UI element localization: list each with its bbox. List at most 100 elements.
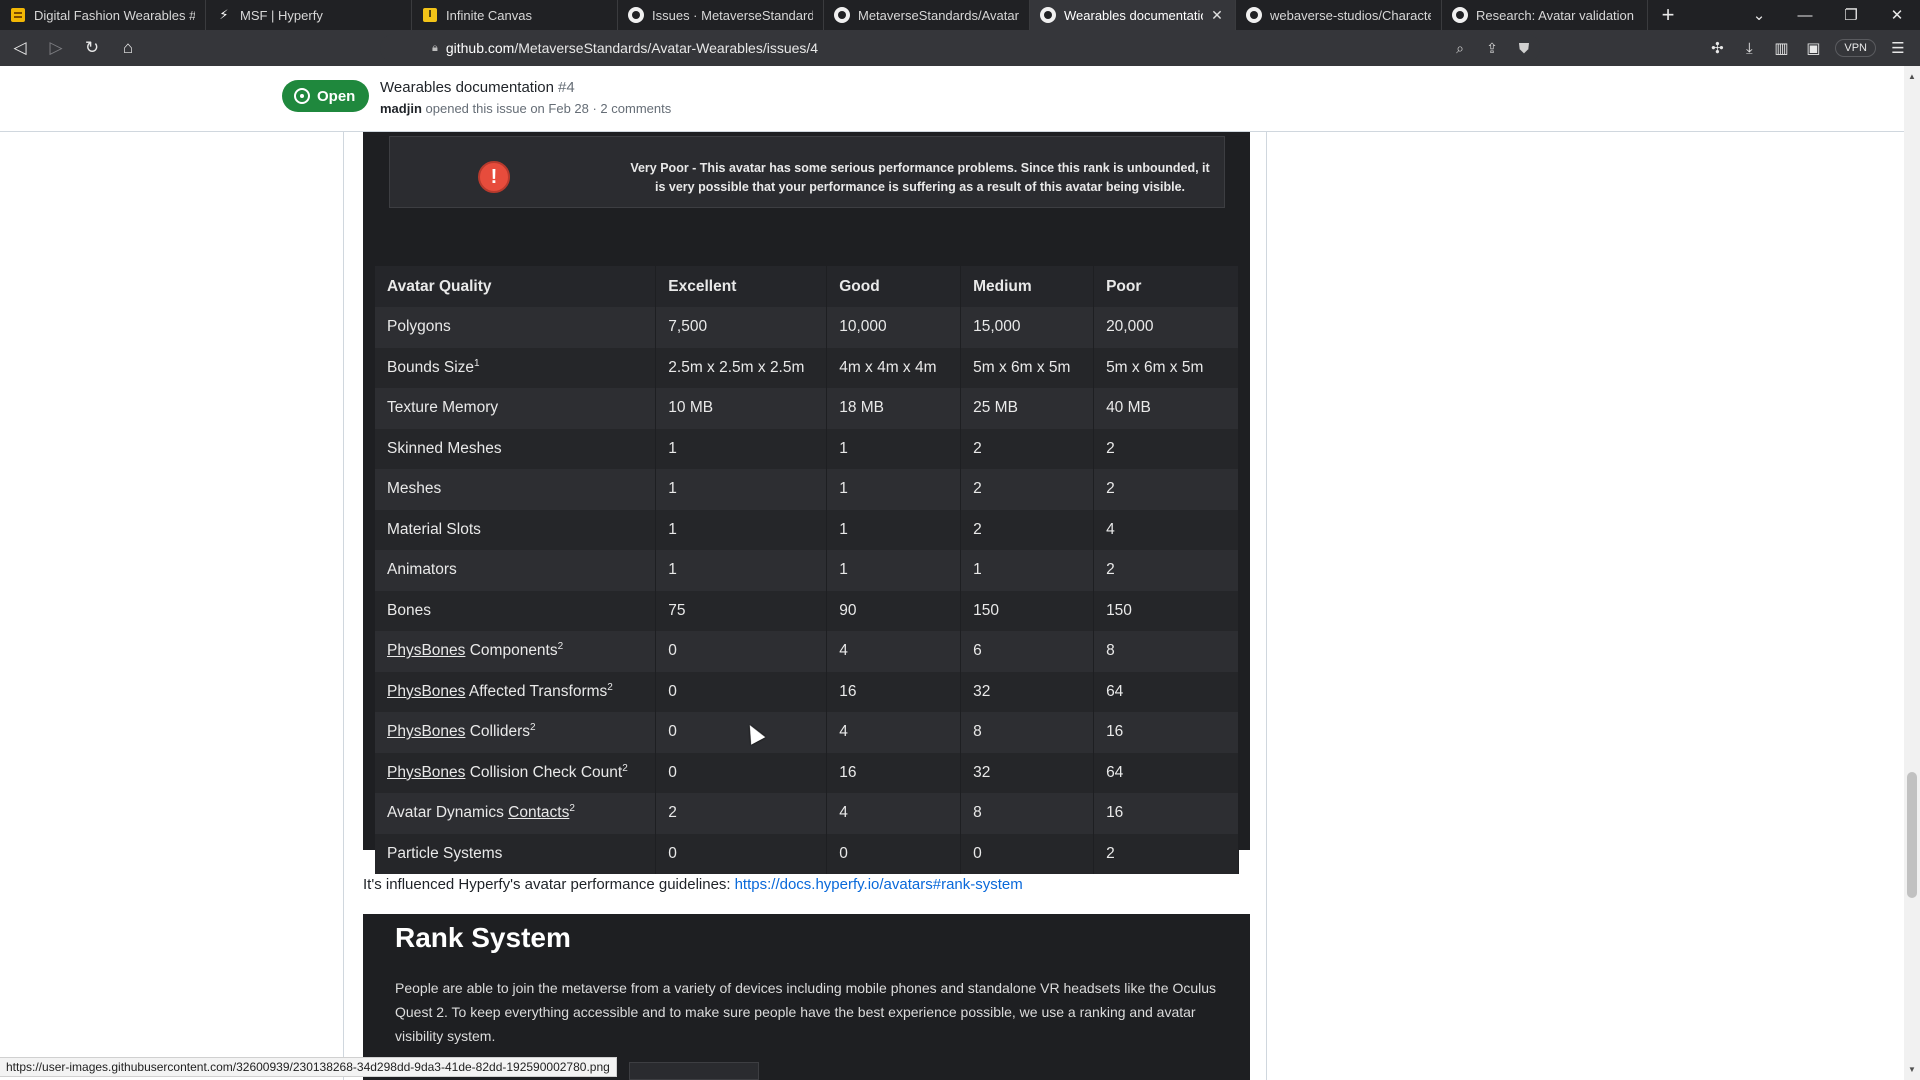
- new-tab-button[interactable]: +: [1648, 0, 1688, 30]
- issue-title[interactable]: Wearables documentation #4: [380, 79, 575, 96]
- issue-meta-text: opened this issue on Feb 28 · 2 comments: [425, 101, 672, 116]
- table-row: PhysBones Affected Transforms2 0 16 32 64: [375, 671, 1239, 712]
- value-cell: 7,500: [655, 307, 828, 348]
- minimize-icon[interactable]: —: [1782, 7, 1828, 24]
- value-cell: 2: [960, 469, 1095, 510]
- forward-button[interactable]: ▷: [40, 34, 72, 62]
- value-cell: 2: [1093, 550, 1239, 591]
- rank-system-body: People are able to join the metaverse fr…: [395, 980, 1217, 1044]
- physbones-link[interactable]: PhysBones: [387, 764, 465, 781]
- sidebar-icon[interactable]: ▥: [1765, 39, 1797, 57]
- url-path: /MetaverseStandards/Avatar-Wearables/iss…: [514, 40, 819, 56]
- table-row: Particle Systems 0 0 0 2: [375, 833, 1239, 874]
- tab-title: Research: Avatar validation tool: [1476, 7, 1637, 23]
- value-cell: 1: [826, 550, 962, 591]
- table-row: Material Slots 1 1 2 4: [375, 509, 1239, 550]
- home-button[interactable]: ⌂: [112, 34, 144, 62]
- value-cell: 16: [1093, 712, 1239, 753]
- row-label-cell: Animators: [375, 550, 657, 591]
- github-icon: [1040, 7, 1056, 23]
- downloads-icon[interactable]: ⤓: [1733, 40, 1765, 57]
- label-text: Avatar Dynamics: [387, 804, 509, 822]
- url-text[interactable]: github.com/MetaverseStandards/Avatar-Wea…: [446, 40, 818, 56]
- menu-icon[interactable]: ☰: [1882, 39, 1914, 57]
- value-cell: 18 MB: [826, 388, 962, 429]
- performance-table-image[interactable]: Avatar Quality Excellent Good Medium Poo…: [363, 254, 1250, 874]
- value-cell: 10 MB: [655, 388, 828, 429]
- value-cell: 1: [655, 428, 828, 469]
- value-cell: 1: [826, 469, 962, 510]
- state-label: Open: [317, 87, 356, 105]
- value-cell: 1: [826, 428, 962, 469]
- value-cell: 2: [655, 793, 828, 834]
- physbones-link[interactable]: PhysBones: [387, 683, 465, 700]
- browser-toolbar: ◁ ▷ ↻ ⌂ 🔖︎ 🔒︎ github.com/MetaverseStanda…: [0, 30, 1920, 66]
- share-icon[interactable]: ⇪: [1476, 40, 1508, 57]
- guideline-link[interactable]: https://docs.hyperfy.io/avatars#rank-sys…: [735, 876, 1023, 893]
- url-host: github.com: [445, 40, 515, 56]
- wallet-icon[interactable]: ▣: [1797, 39, 1829, 57]
- restore-icon[interactable]: ❐: [1828, 6, 1874, 24]
- row-label-cell: Polygons: [375, 307, 657, 348]
- tab-avatar-wearables-repo[interactable]: MetaverseStandards/Avatar-We: [824, 0, 1030, 30]
- row-label-cell: PhysBones Affected Transforms2: [375, 671, 657, 712]
- table-header-row: Avatar Quality Excellent Good Medium Poo…: [375, 266, 1239, 307]
- scroll-down-icon[interactable]: ▼: [1908, 1065, 1916, 1074]
- issue-author[interactable]: madjin: [380, 101, 422, 116]
- row-label-cell: Texture Memory: [375, 388, 657, 429]
- tab-title: webaverse-studios/CharacterCr: [1270, 7, 1431, 23]
- tab-title: Wearables documentation: [1064, 7, 1203, 23]
- extensions-icon[interactable]: ✣: [1701, 39, 1733, 57]
- rank-system-image[interactable]: Rank System People are able to join the …: [363, 914, 1250, 1080]
- value-cell: 4: [826, 712, 962, 753]
- contacts-link[interactable]: Contacts: [508, 804, 569, 821]
- issue-meta: madjin opened this issue on Feb 28 · 2 c…: [380, 101, 671, 116]
- tab-avatar-validation-research[interactable]: Research: Avatar validation tool: [1442, 0, 1648, 30]
- tab-issues[interactable]: Issues · MetaverseStandards/Av: [618, 0, 824, 30]
- tab-title: Digital Fashion Wearables #7 20: [34, 7, 195, 23]
- zoom-icon[interactable]: ⌕: [1444, 40, 1476, 57]
- scroll-up-icon[interactable]: ▲: [1908, 72, 1916, 81]
- vpn-button[interactable]: VPN: [1835, 39, 1876, 57]
- lock-icon[interactable]: 🔒︎: [432, 42, 438, 55]
- value-cell: 1: [960, 550, 1095, 591]
- tab-title: Issues · MetaverseStandards/Av: [652, 7, 813, 23]
- value-cell: 1: [655, 550, 828, 591]
- label-text: Colliders: [465, 723, 531, 741]
- reload-button[interactable]: ↻: [76, 34, 108, 62]
- close-window-icon[interactable]: ✕: [1874, 6, 1920, 24]
- value-cell: 0: [655, 671, 828, 712]
- physbones-link[interactable]: PhysBones: [387, 723, 465, 740]
- row-label-cell: Skinned Meshes: [375, 428, 657, 469]
- tab-title: MetaverseStandards/Avatar-We: [858, 7, 1019, 23]
- footnote-2: 2: [530, 722, 536, 734]
- back-button[interactable]: ◁: [4, 34, 36, 62]
- tab-wearables-documentation[interactable]: Wearables documentation ✕: [1030, 0, 1236, 30]
- value-cell: 2: [960, 509, 1095, 550]
- tab-infinite-canvas[interactable]: I Infinite Canvas: [412, 0, 618, 30]
- scrollbar-thumb[interactable]: [1907, 772, 1917, 898]
- physbones-link[interactable]: PhysBones: [387, 642, 465, 659]
- value-cell: 4: [826, 631, 962, 672]
- value-cell: 150: [960, 590, 1095, 631]
- tab-digital-fashion-wearables[interactable]: Digital Fashion Wearables #7 20: [0, 0, 206, 30]
- address-bar[interactable]: 🔒︎ github.com/MetaverseStandards/Avatar-…: [380, 34, 1540, 62]
- row-label-cell: Particle Systems: [375, 833, 657, 874]
- label-bounds-size: Bounds Size: [387, 358, 475, 376]
- value-cell: 40 MB: [1093, 388, 1239, 429]
- rank-system-table-edge: [629, 1062, 759, 1080]
- value-cell: 2.5m x 2.5m x 2.5m: [655, 347, 828, 388]
- value-cell: 0: [655, 712, 828, 753]
- value-cell: 6: [960, 631, 1095, 672]
- close-tab-icon[interactable]: ✕: [1209, 7, 1225, 24]
- row-label-cell: PhysBones Colliders2: [375, 712, 657, 753]
- tab-character-creator[interactable]: webaverse-studios/CharacterCr: [1236, 0, 1442, 30]
- label-text: Components: [465, 642, 558, 660]
- shield-icon[interactable]: ⛊: [1508, 40, 1540, 57]
- tab-search-chevron-icon[interactable]: ⌄: [1736, 6, 1782, 24]
- tab-msf-hyperfy[interactable]: ⚡ MSF | Hyperfy: [206, 0, 412, 30]
- footnote-2: 2: [607, 681, 613, 693]
- table-row: Bounds Size1 2.5m x 2.5m x 2.5m 4m x 4m x …: [375, 347, 1239, 388]
- github-icon: [1246, 7, 1262, 23]
- page-scrollbar[interactable]: ▲ ▼: [1904, 66, 1920, 1080]
